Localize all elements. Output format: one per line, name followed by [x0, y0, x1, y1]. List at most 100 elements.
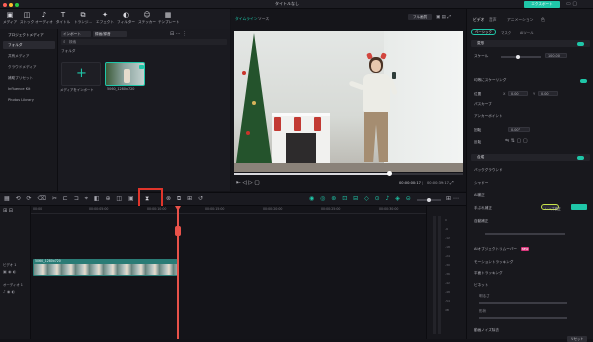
- reset-button[interactable]: リセット: [567, 336, 587, 342]
- zoom-slider[interactable]: [417, 197, 441, 202]
- minimize-window-button[interactable]: [9, 2, 13, 7]
- compositing-toggle[interactable]: [577, 155, 584, 160]
- meter-scale: 0 -6 -12 -18 -24 -30 -36 -42 -48 -54 dB: [445, 218, 450, 312]
- video-denoise-label[interactable]: 動画ノイズ除去: [474, 328, 499, 333]
- person-sweater: [363, 74, 390, 112]
- import-dropdown[interactable]: インポート: [61, 31, 91, 37]
- add-track-icon[interactable]: ⊞ ⊟: [3, 208, 13, 214]
- sidebar-item-project-media[interactable]: プロジェクトメディア: [3, 31, 55, 39]
- enhance-slider[interactable]: [485, 233, 565, 235]
- toolbar-filter[interactable]: ◐ フィルター: [116, 11, 136, 27]
- tab-source[interactable]: ソース: [258, 16, 269, 22]
- brightness-label: 明るさ: [479, 294, 490, 298]
- flip-label: 反転: [474, 140, 482, 144]
- sidebar-item-cloud-media[interactable]: クラウドメディア: [3, 63, 55, 71]
- folder-label: フォルダ: [61, 49, 76, 53]
- phone: [392, 72, 396, 79]
- import-tile-label: メディアをインポート: [60, 88, 94, 92]
- toolbar-template[interactable]: ▦ テンプレート: [158, 11, 179, 27]
- tab-color[interactable]: 色: [541, 17, 545, 23]
- person-face: [371, 60, 381, 72]
- clip-title: 5060_1280x720: [35, 259, 61, 263]
- preview-settings-icon[interactable]: ⤢: [450, 180, 454, 186]
- scale-value-field[interactable]: 100.00: [545, 53, 567, 58]
- track-video-controls[interactable]: ▣ ◉ ◐: [3, 269, 16, 274]
- subtab-basic[interactable]: ベーシック: [471, 29, 496, 35]
- section-transform[interactable]: 変形: [471, 40, 590, 47]
- preview-scrubber[interactable]: [234, 171, 463, 176]
- ai-tool-icon[interactable]: ⧗: [145, 195, 149, 203]
- preview-panel: タイムライン ソース フル画質 ▣ ▤ ⤢ ⇤ ◁ ▷ ▢ 00:00:00:1…: [231, 9, 466, 191]
- video-clip[interactable]: 5060_1280x720: [33, 259, 178, 276]
- sidebar-item-shared-media[interactable]: 共有メディア: [3, 52, 55, 60]
- close-window-button[interactable]: [3, 2, 7, 7]
- quality-dropdown[interactable]: フル画質: [408, 14, 432, 20]
- toolbar-title[interactable]: T タイトル: [53, 11, 73, 27]
- search-input[interactable]: ⌕ 検索: [61, 39, 227, 45]
- toolbar-effect[interactable]: ✦ エフェクト: [95, 11, 115, 27]
- background-label[interactable]: バックグラウンド: [474, 168, 503, 173]
- maximize-window-button[interactable]: [15, 2, 19, 7]
- thumbnail-person: [124, 69, 130, 83]
- transform-toggle[interactable]: [577, 41, 584, 46]
- ai-enhance-label[interactable]: AI補正: [474, 193, 485, 198]
- flip-buttons[interactable]: ⇋ ⇅ ▢ ▢: [505, 138, 528, 144]
- render-tools-icons[interactable]: ◉ ◎ ⊛ ⊡ ⊟ ◇ ⊙ ♪ ◈ ⊝: [309, 195, 413, 202]
- timeline-settings-icon[interactable]: ⊞ ⋯: [446, 195, 459, 202]
- tab-animation[interactable]: アニメーション: [507, 17, 533, 23]
- zoom-slider-handle[interactable]: [427, 197, 431, 202]
- toolbar-audio[interactable]: ♪ オーディオ: [34, 11, 54, 27]
- subtab-mask[interactable]: マスク: [501, 30, 511, 35]
- ai-object-remover-label[interactable]: AIオブジェクトリムーバー: [474, 247, 517, 252]
- brightness-slider[interactable]: [479, 302, 567, 304]
- position-x-field[interactable]: 0.00: [508, 91, 528, 96]
- effect-icon: ✦: [102, 11, 108, 19]
- ornament: [242, 71, 246, 75]
- toolbar-sticker[interactable]: ☺ ステッカー: [137, 11, 157, 27]
- window-controls-icon[interactable]: ▭ ▢: [566, 1, 577, 7]
- sidebar-item-folder[interactable]: フォルダ: [3, 41, 55, 49]
- edit-tools-icons[interactable]: ▦ ⟲ ⟳ ⌫ ✂ ⊏ ⊐ ⌖ ◧ ⊕ ◫ ▣: [4, 195, 136, 203]
- media-clip-thumbnail[interactable]: [105, 62, 145, 86]
- meter-right: [438, 216, 441, 334]
- sidebar-item-presets[interactable]: 補助プリセット: [3, 74, 55, 82]
- tab-audio[interactable]: 音声: [489, 17, 497, 23]
- stocking: [314, 117, 321, 131]
- vignette-label[interactable]: ビネット: [474, 283, 488, 288]
- tab-video[interactable]: ビデオ: [473, 17, 484, 23]
- toolbar-transition[interactable]: ⧉ トランジ...: [73, 11, 93, 27]
- sidebar-item-influence-kit[interactable]: Influence Kit: [3, 85, 55, 93]
- export-button[interactable]: エクスポート: [524, 1, 560, 8]
- shape-slider[interactable]: [479, 317, 567, 319]
- sidebar-item-photos-library[interactable]: Photos Library: [3, 96, 55, 104]
- timeline-ruler[interactable]: 00:00 00:00:05:00 00:00:10:00 00:00:15:0…: [31, 206, 426, 214]
- track-audio-label: オーディオ 1: [3, 283, 23, 287]
- tab-timeline[interactable]: タイムライン: [235, 16, 258, 22]
- video-frame[interactable]: [234, 31, 463, 172]
- scrubber-progress: [234, 173, 389, 175]
- filter-list-icon[interactable]: ⊟ ⋯ ⋮: [170, 31, 187, 37]
- more-tools-icons[interactable]: ⊗ ⧉ ⊞ ↺: [166, 195, 205, 203]
- record-dropdown[interactable]: 録画/録音: [93, 31, 127, 37]
- scale-slider-handle[interactable]: [516, 54, 520, 59]
- planar-tracking-label[interactable]: 平面トラッキング: [474, 271, 503, 276]
- playback-controls[interactable]: ⇤ ◁ ▷ ▢: [236, 180, 260, 186]
- lens-correction-chip[interactable]: レンズ補正: [541, 204, 561, 211]
- motion-tracking-label[interactable]: モーショントラッキング: [474, 260, 513, 265]
- position-y-field[interactable]: 0.00: [538, 91, 558, 96]
- floor: [234, 163, 463, 172]
- auto-enhance-label: 自動補正: [474, 219, 489, 223]
- section-compositing[interactable]: 合成: [471, 154, 590, 161]
- scrubber-handle[interactable]: [387, 171, 392, 176]
- preview-view-icons[interactable]: ▣ ▤ ⤢: [436, 14, 451, 20]
- subtab-ai-tools[interactable]: AIツール: [520, 30, 534, 35]
- rotate-value-field[interactable]: 0.00°: [508, 127, 530, 132]
- shadow-label[interactable]: シャドー: [474, 181, 488, 186]
- scale-slider[interactable]: [501, 54, 541, 59]
- playhead-marker[interactable]: [175, 226, 181, 236]
- ai-apply-button[interactable]: [571, 204, 587, 210]
- import-media-tile[interactable]: +: [61, 62, 101, 86]
- uniform-scale-toggle[interactable]: [580, 79, 587, 83]
- filter-icon: ◐: [122, 11, 130, 19]
- track-audio-controls[interactable]: ♪ ◉ ◐: [3, 289, 15, 294]
